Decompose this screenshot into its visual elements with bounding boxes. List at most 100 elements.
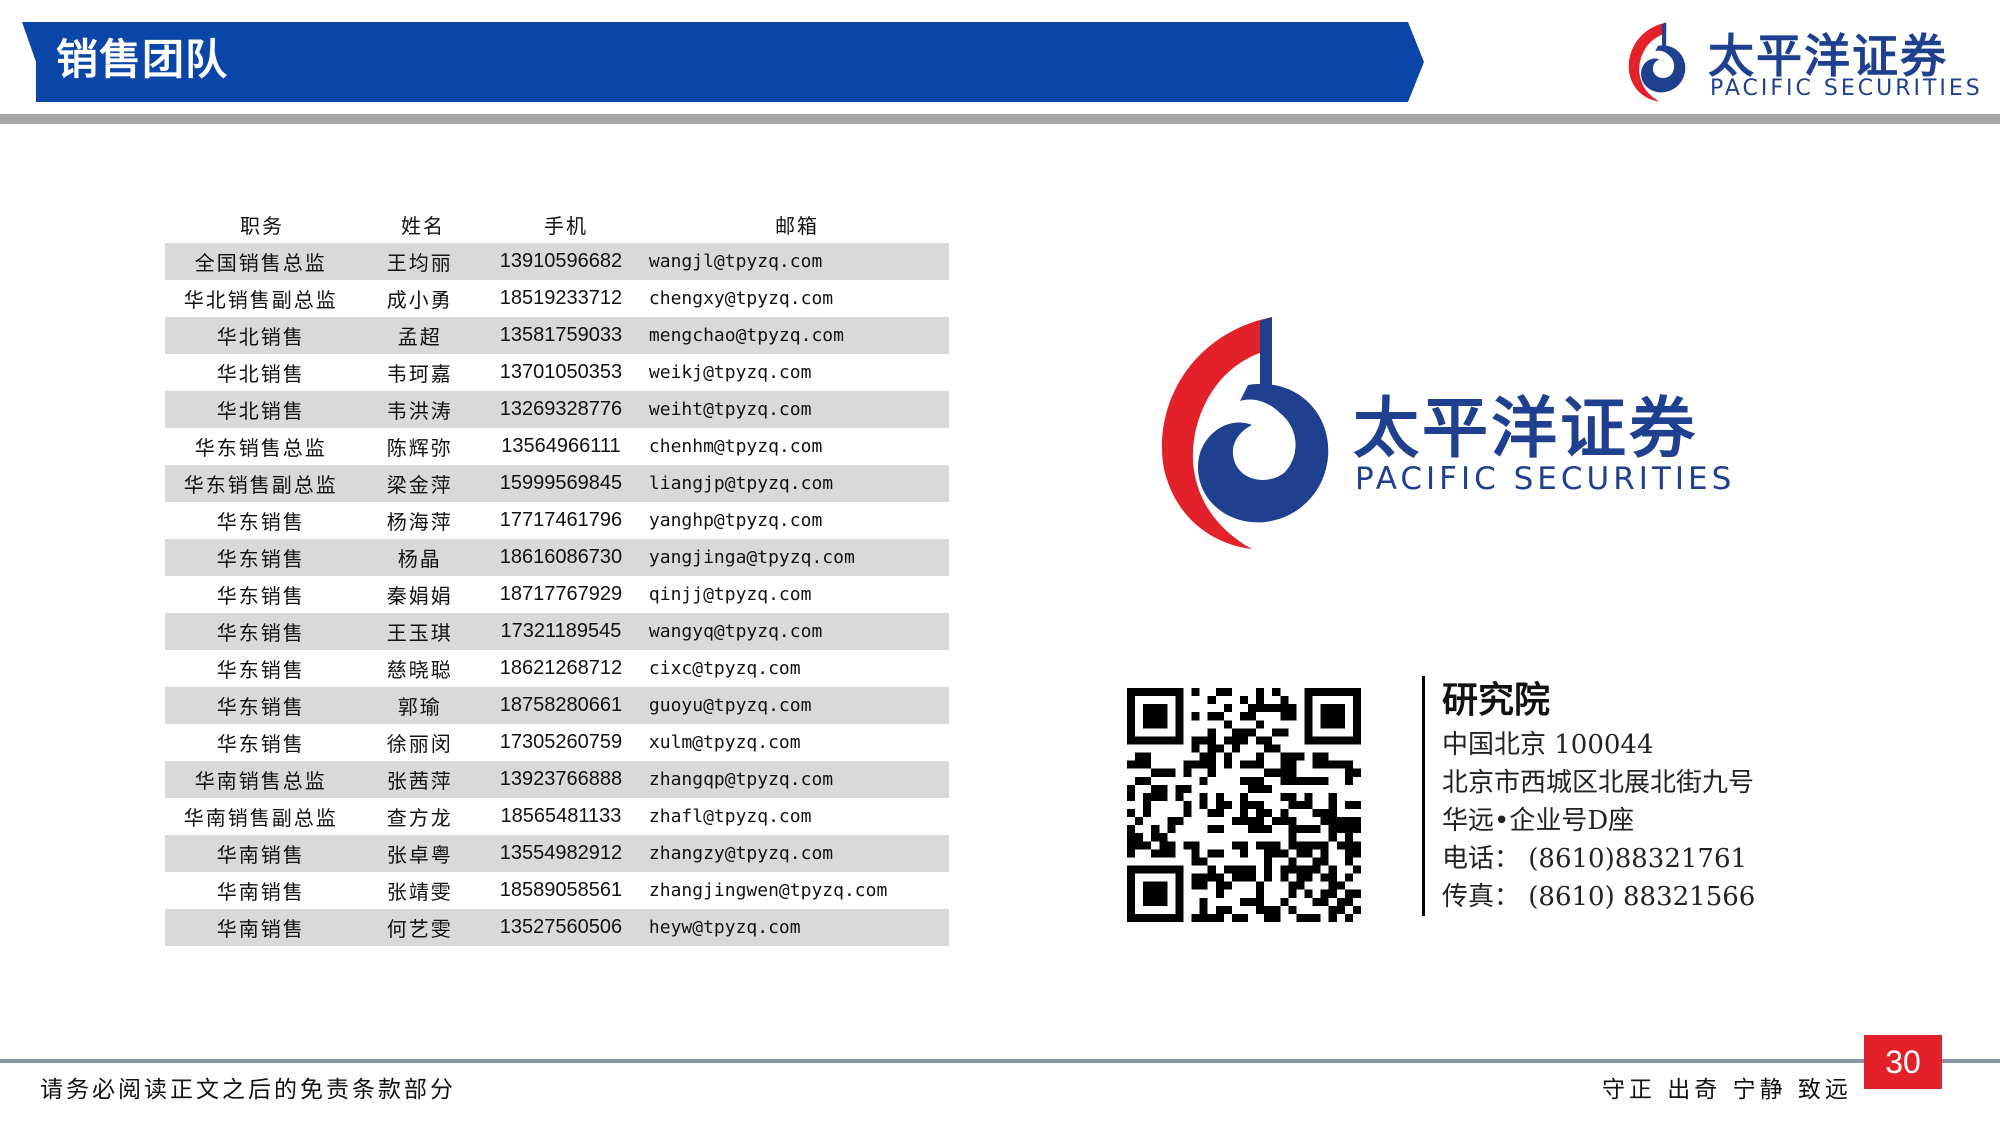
qr-module (1264, 849, 1273, 858)
contact-address-street: 北京市西城区北展北街九号 (1442, 768, 1755, 798)
contact-divider (1422, 676, 1425, 916)
qr-module (1167, 849, 1176, 858)
qr-module (1272, 841, 1281, 850)
qr-module (1320, 873, 1329, 882)
qr-module (1288, 768, 1297, 777)
qr-module (1207, 752, 1216, 761)
cell-name: 梁金萍 (386, 473, 453, 497)
cell-email[interactable]: chenhm@tpyzq.com (639, 436, 949, 457)
qr-module (1231, 865, 1240, 874)
qr-module (1304, 712, 1313, 721)
cell-email[interactable]: weiht@tpyzq.com (639, 399, 949, 420)
cell-email[interactable]: chengxy@tpyzq.com (639, 288, 949, 309)
qr-module (1280, 768, 1289, 777)
qr-module (1127, 913, 1136, 922)
qr-module (1352, 800, 1361, 810)
cell-role: 华东销售总监 (194, 436, 327, 460)
qr-module (1288, 833, 1297, 842)
qr-module (1312, 736, 1321, 745)
qr-module (1320, 897, 1329, 906)
qr-module (1143, 720, 1152, 729)
qr-module (1135, 760, 1144, 769)
cell-email[interactable]: guoyu@tpyzq.com (639, 695, 949, 716)
qr-module (1272, 905, 1281, 914)
cell-email[interactable]: zhafl@tpyzq.com (639, 806, 949, 827)
cell-name: 查方龙 (386, 806, 453, 830)
cell-email[interactable]: weikj@tpyzq.com (639, 362, 949, 383)
qr-module (1175, 792, 1184, 801)
qr-module (1143, 776, 1152, 785)
qr-module (1280, 704, 1289, 713)
cell-email[interactable]: zhangjingwen@tpyzq.com (639, 880, 949, 901)
qr-module (1159, 768, 1168, 777)
qr-module (1199, 881, 1208, 890)
qr-module (1272, 688, 1281, 697)
header-divider (0, 114, 2000, 124)
contact-block: 研究院 中国北京 100044 北京市西城区北展北街九号 华远•企业号D座 电话… (1442, 676, 1755, 916)
qr-module (1272, 744, 1281, 753)
qr-module (1328, 736, 1337, 745)
cell-email[interactable]: heyw@tpyzq.com (639, 917, 949, 938)
qr-module (1256, 817, 1265, 826)
header-name: 姓名 (401, 213, 445, 238)
qr-module (1215, 800, 1224, 810)
qr-module (1344, 688, 1353, 697)
qr-module (1328, 704, 1337, 713)
qr-module (1304, 889, 1313, 898)
cell-email[interactable]: yangjinga@tpyzq.com (639, 547, 949, 568)
qr-module (1296, 841, 1305, 850)
cell-role: 全国销售总监 (194, 251, 327, 275)
table-row: 华南销售 张卓粤 13554982912 zhangzy@tpyzq.com (165, 835, 949, 872)
cell-email[interactable]: wangjl@tpyzq.com (639, 251, 949, 272)
header-banner (22, 22, 1424, 102)
qr-module (1280, 873, 1289, 882)
cell-email[interactable]: yanghp@tpyzq.com (639, 510, 949, 531)
qr-module (1175, 889, 1184, 898)
qr-module (1328, 720, 1337, 729)
qr-module (1215, 849, 1224, 858)
qr-module (1175, 881, 1184, 890)
qr-module (1344, 841, 1353, 850)
qr-module (1280, 849, 1289, 858)
qr-module (1296, 752, 1305, 761)
qr-module (1191, 913, 1200, 922)
cell-name: 郭瑜 (397, 695, 442, 719)
cell-email[interactable]: wangyq@tpyzq.com (639, 621, 949, 642)
qr-module (1143, 913, 1152, 922)
qr-module (1312, 688, 1321, 697)
qr-module (1159, 704, 1168, 713)
cell-email[interactable]: zhangzy@tpyzq.com (639, 843, 949, 864)
cell-email[interactable]: zhangqp@tpyzq.com (639, 769, 949, 790)
cell-email[interactable]: liangjp@tpyzq.com (639, 473, 949, 494)
qr-module (1328, 873, 1337, 882)
qr-module (1215, 744, 1224, 753)
qr-module (1296, 865, 1305, 874)
qr-module (1127, 833, 1136, 842)
qr-module (1215, 873, 1224, 882)
cell-email[interactable]: cixc@tpyzq.com (639, 658, 949, 679)
qr-module (1143, 736, 1152, 745)
qr-module (1127, 873, 1136, 882)
qr-module (1288, 857, 1297, 866)
qr-module (1207, 736, 1216, 745)
qr-module (1304, 688, 1313, 697)
qr-module (1280, 712, 1289, 721)
qr-module (1183, 800, 1192, 810)
qr-module (1312, 857, 1321, 866)
qr-module (1191, 760, 1200, 769)
cell-role: 华南销售总监 (194, 769, 327, 793)
cell-email[interactable]: qinjj@tpyzq.com (639, 584, 949, 605)
table-row: 全国销售总监 王均丽 13910596682 wangjl@tpyzq.com (165, 243, 949, 280)
qr-module (1280, 760, 1289, 769)
qr-module (1239, 736, 1249, 745)
qr-module (1159, 865, 1168, 874)
cell-phone: 13910596682 (499, 250, 623, 272)
contact-address-city: 中国北京 100044 (1442, 730, 1654, 760)
qr-module (1312, 752, 1321, 761)
qr-module (1336, 688, 1345, 697)
cell-email[interactable]: xulm@tpyzq.com (639, 732, 949, 753)
qr-module (1248, 760, 1257, 769)
cell-email[interactable]: mengchao@tpyzq.com (639, 325, 949, 346)
cell-name: 杨晶 (397, 547, 442, 571)
qr-module (1320, 760, 1329, 769)
